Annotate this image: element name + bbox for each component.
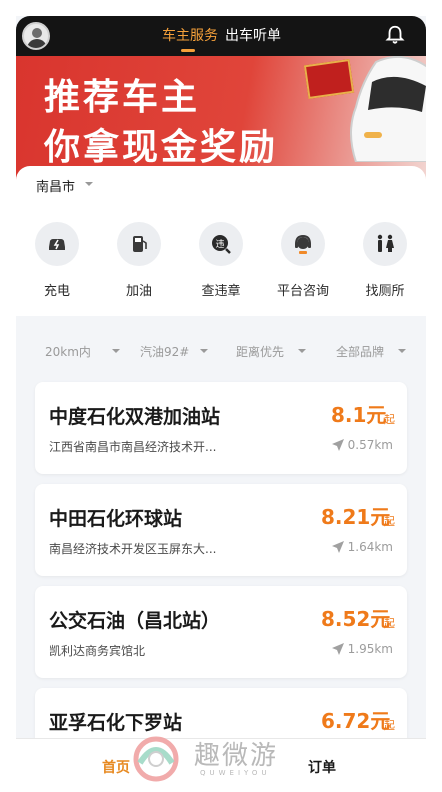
navigation-arrow-icon	[332, 541, 344, 553]
svg-text:违: 违	[215, 239, 224, 250]
tab-active-indicator	[181, 49, 195, 52]
price-suffix: 起	[384, 515, 395, 528]
filter-bar: 20km内 汽油92# 距离优先 全部品牌	[16, 328, 426, 372]
station-distance: 0.57km	[347, 438, 393, 452]
station-card[interactable]: 中田石化环球站 8.21元 起 南昌经济技术开发区玉屏东大... 1.64km	[35, 484, 407, 576]
station-name: 中田石化环球站	[49, 508, 183, 530]
service-violation[interactable]: 违 查违章	[190, 222, 252, 299]
station-card[interactable]: 中度石化双港加油站 8.1元 起 江西省南昌市南昌经济技术开... 0.57km	[35, 382, 407, 474]
station-name: 亚孚石化下罗站	[49, 712, 183, 734]
tab-owner-services[interactable]: 车主服务	[162, 25, 218, 45]
banner-subtitle: 你拿现金奖励	[44, 126, 279, 167]
station-price: 8.21元	[321, 505, 391, 529]
price-suffix: 起	[384, 719, 395, 732]
services-card: 南昌市 充电 加油 违 查违章 平台咨询 找厕所	[16, 166, 426, 316]
station-name: 中度石化双港加油站	[49, 406, 221, 428]
price-suffix: 起	[384, 617, 395, 630]
station-card[interactable]: 公交石油（昌北站） 8.52元 起 凯利达商务宾馆北 1.95km	[35, 586, 407, 678]
chevron-down-icon[interactable]	[112, 349, 120, 353]
navigation-arrow-icon	[332, 439, 344, 451]
service-restroom[interactable]: 找厕所	[354, 222, 416, 299]
service-label: 充电	[43, 284, 70, 299]
car-icon	[350, 56, 426, 162]
station-address: 江西省南昌市南昌经济技术开...	[49, 440, 217, 454]
filter-fuel-type[interactable]: 汽油92#	[140, 343, 189, 360]
chevron-down-icon[interactable]	[85, 182, 93, 186]
app-frame: 车主服务 出车听单 推荐车主 你拿现金奖励 南昌市 充电 加油 违 查违章 平台…	[16, 16, 426, 792]
filter-sort[interactable]: 距离优先	[236, 343, 284, 360]
bell-icon[interactable]	[384, 24, 406, 46]
violation-check-icon: 违	[199, 222, 243, 266]
watermark-logo-icon	[133, 736, 179, 782]
customer-service-icon	[281, 222, 325, 266]
service-label: 加油	[125, 284, 152, 299]
station-distance: 1.95km	[347, 642, 393, 656]
station-distance: 1.64km	[347, 540, 393, 554]
service-fuel[interactable]: 加油	[108, 222, 170, 299]
station-address: 凯利达商务宾馆北	[49, 644, 146, 658]
service-charging[interactable]: 充电	[26, 222, 88, 299]
station-price: 8.1元	[331, 403, 387, 427]
restroom-icon	[363, 222, 407, 266]
watermark: 趣微游 QUWEIYOU	[128, 733, 328, 785]
station-address: 南昌经济技术开发区玉屏东大...	[49, 542, 217, 556]
station-name: 公交石油（昌北站）	[49, 610, 221, 632]
chevron-down-icon[interactable]	[398, 349, 406, 353]
top-bar: 车主服务 出车听单	[16, 16, 426, 56]
filter-brand[interactable]: 全部品牌	[336, 343, 384, 360]
price-suffix: 起	[384, 413, 395, 426]
navigation-arrow-icon	[332, 643, 344, 655]
watermark-text: 趣微游	[194, 741, 279, 771]
service-label: 查违章	[201, 284, 241, 299]
city-selector[interactable]: 南昌市	[36, 176, 75, 195]
watermark-subtext: QUWEIYOU	[200, 769, 271, 777]
filter-distance[interactable]: 20km内	[45, 343, 91, 360]
charging-car-icon	[35, 222, 79, 266]
nav-home[interactable]: 首页	[102, 757, 130, 777]
service-label: 找厕所	[365, 284, 405, 299]
fuel-pump-icon	[117, 222, 161, 266]
chevron-down-icon[interactable]	[298, 349, 306, 353]
tab-take-orders[interactable]: 出车听单	[225, 25, 281, 45]
station-price: 6.72元	[321, 709, 391, 733]
banner-title: 推荐车主	[44, 76, 201, 117]
service-label: 平台咨询	[276, 284, 329, 299]
station-price: 8.52元	[321, 607, 391, 631]
service-consult[interactable]: 平台咨询	[272, 222, 334, 299]
avatar[interactable]	[22, 22, 50, 50]
chevron-down-icon[interactable]	[200, 349, 208, 353]
